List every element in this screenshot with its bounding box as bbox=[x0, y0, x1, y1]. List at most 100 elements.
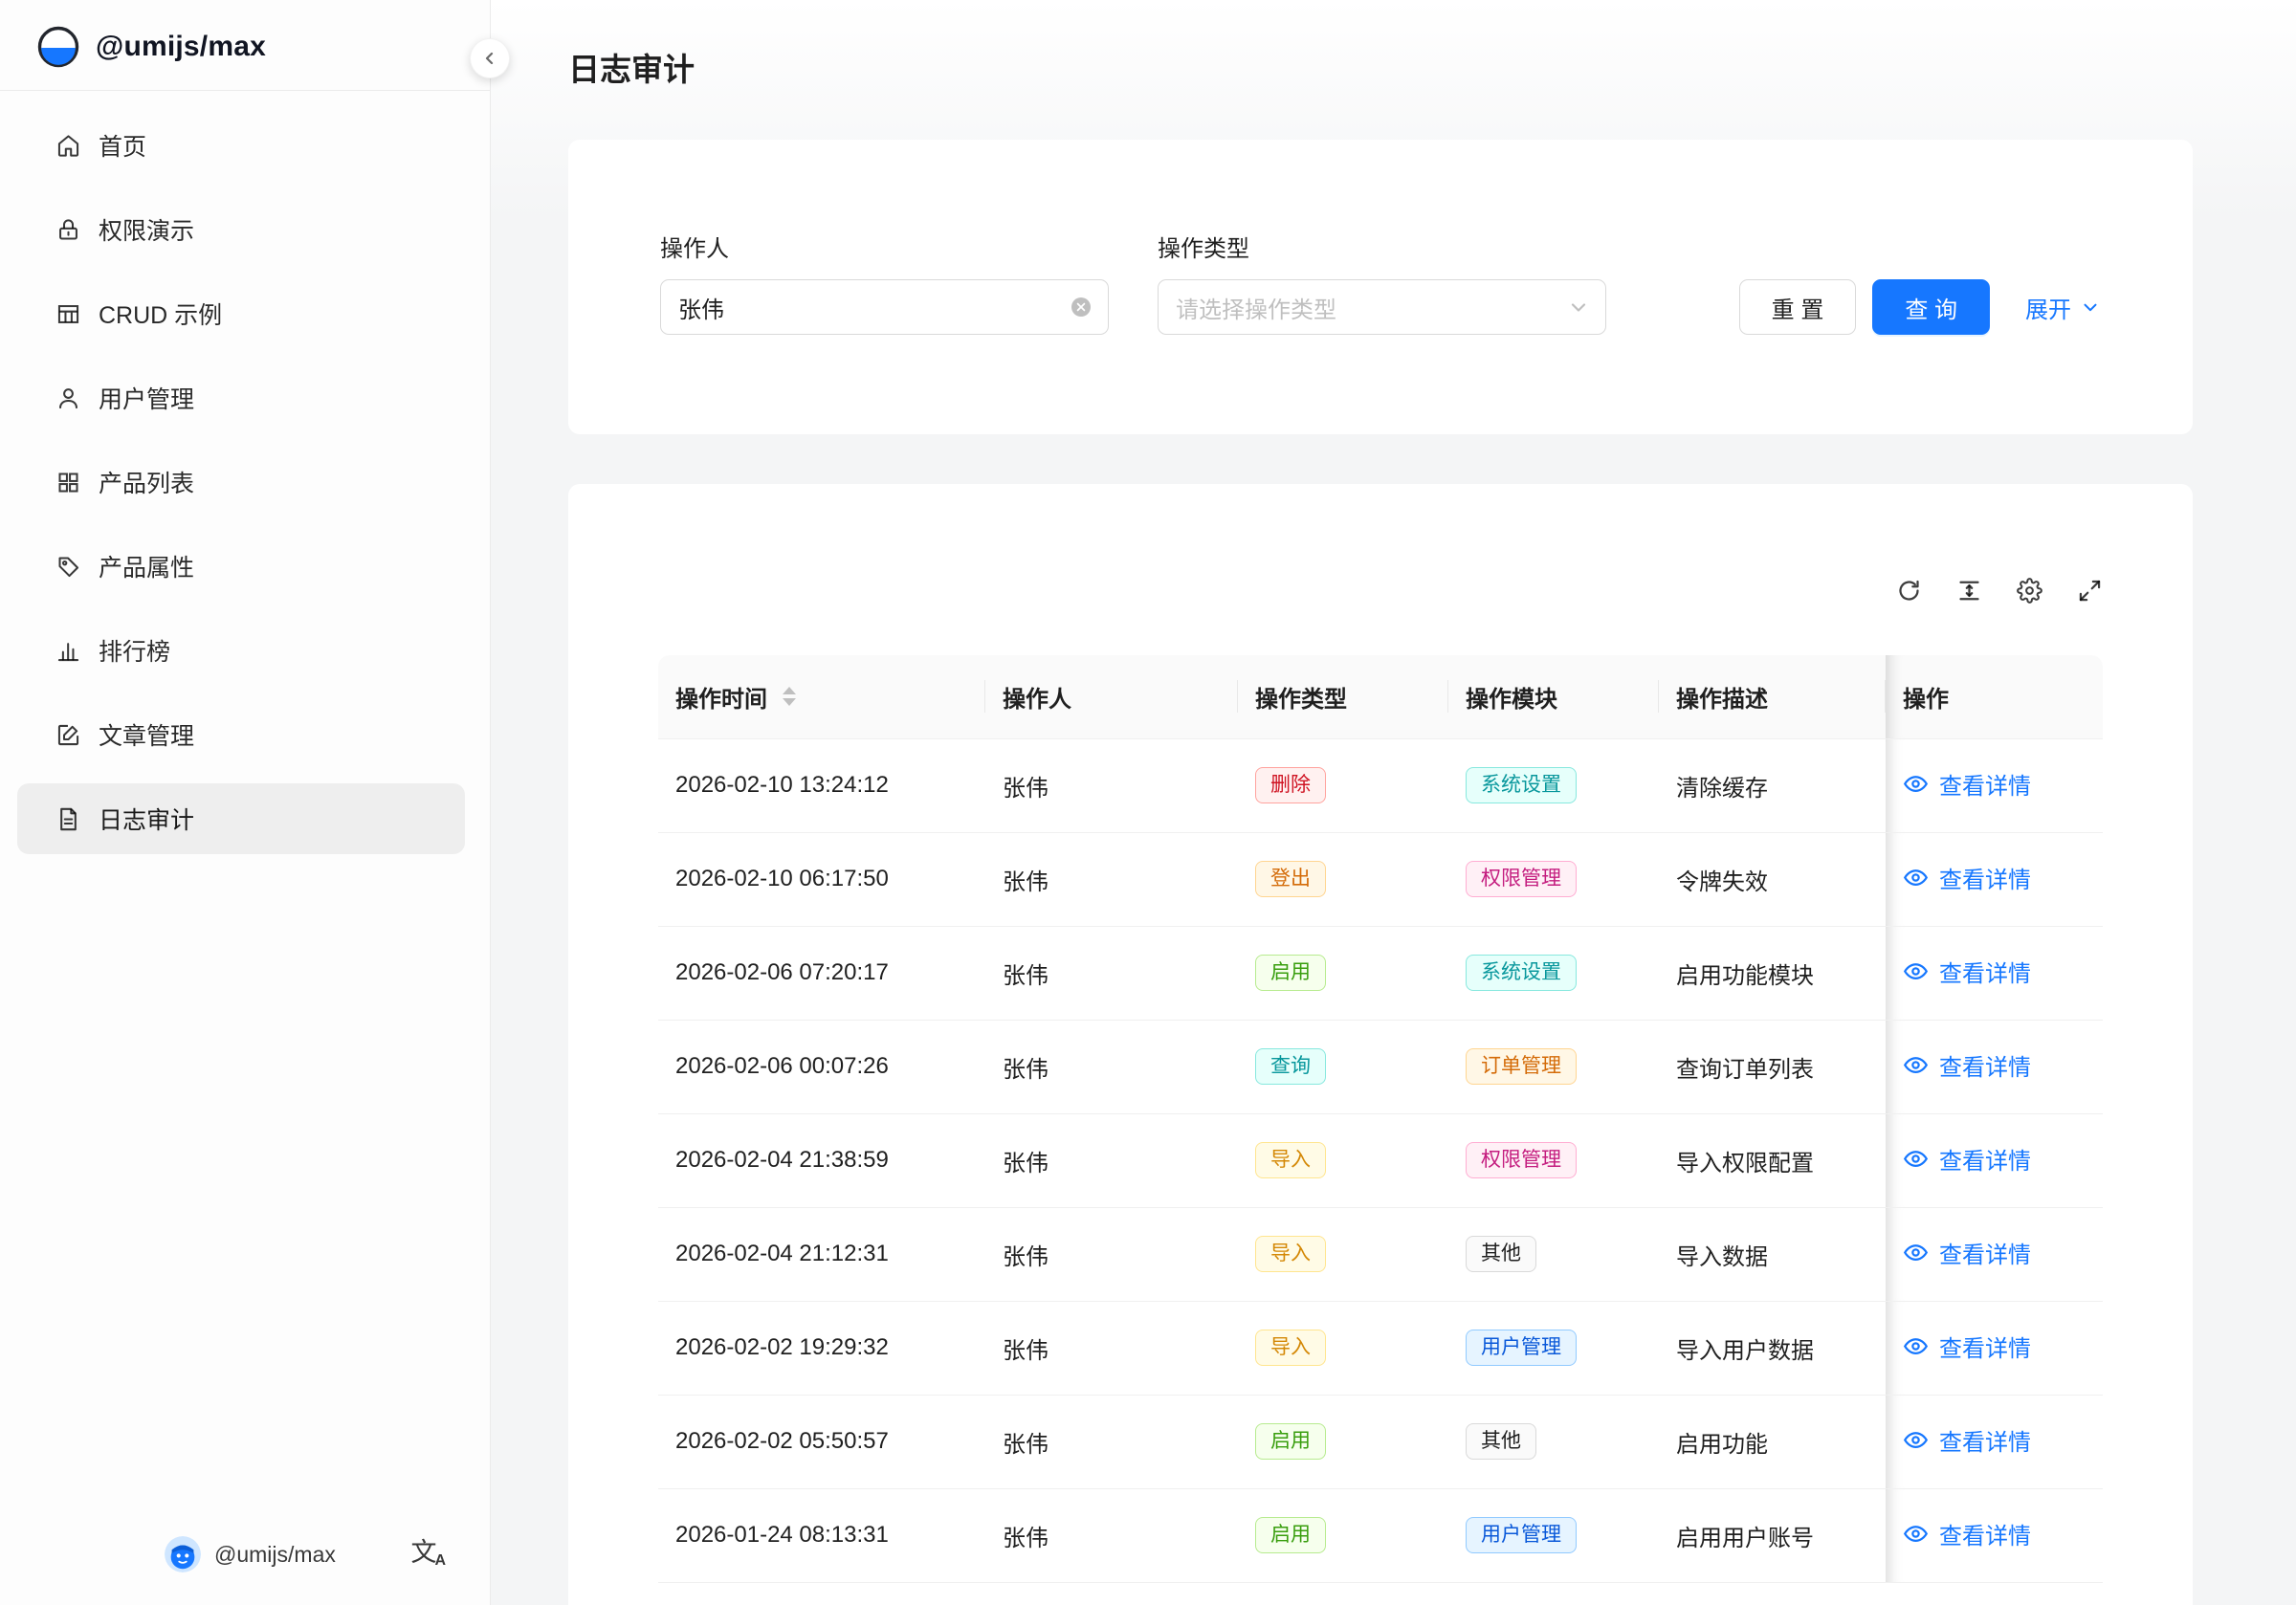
sidebar-menu: 首页权限演示 CRUD 示例用户管理产品列表产品属性排行榜文章管理日志审计 bbox=[0, 91, 490, 1513]
user-account[interactable]: @umijs/max bbox=[165, 1536, 336, 1572]
cell-type: 启用 bbox=[1238, 926, 1448, 1020]
umijs-logo-icon bbox=[36, 25, 80, 69]
cell-time: 2026-02-10 13:24:12 bbox=[658, 738, 985, 832]
module-tag: 其他 bbox=[1466, 1236, 1536, 1272]
sidebar-item-product-list[interactable]: 产品列表 bbox=[17, 447, 465, 517]
brand: @umijs/max bbox=[0, 0, 490, 90]
operator-input[interactable] bbox=[678, 294, 1058, 320]
file-text-icon bbox=[55, 806, 81, 832]
view-detail-link[interactable]: 查看详情 bbox=[1903, 1423, 2031, 1457]
operation-type-tag: 启用 bbox=[1255, 1423, 1326, 1460]
reset-button[interactable]: 重 置 bbox=[1739, 279, 1857, 335]
sidebar-item-home[interactable]: 首页 bbox=[17, 110, 465, 181]
type-select[interactable]: 请选择操作类型 bbox=[1158, 279, 1606, 335]
column-title: 操作描述 bbox=[1676, 680, 1768, 714]
column-header: 操作描述 bbox=[1659, 655, 1886, 738]
cell-module: 用户管理 bbox=[1448, 1488, 1659, 1582]
table-row: 2026-02-10 06:17:50张伟登出权限管理令牌失效查看详情 bbox=[658, 832, 2103, 926]
translate-icon[interactable]: 文A bbox=[410, 1540, 446, 1569]
density-icon[interactable] bbox=[1956, 578, 1982, 604]
cell-operator: 张伟 bbox=[985, 1301, 1238, 1395]
eye-icon bbox=[1903, 1052, 1929, 1078]
sidebar-item-leaderboard[interactable]: 排行榜 bbox=[17, 615, 465, 686]
operator-field: 操作人 bbox=[660, 235, 1109, 335]
cell-desc: 导入数据 bbox=[1659, 1207, 1886, 1301]
fullscreen-icon[interactable] bbox=[2077, 578, 2103, 604]
column-header: 操作人 bbox=[985, 655, 1238, 738]
cell-module: 其他 bbox=[1448, 1207, 1659, 1301]
sidebar-item-product-attribute[interactable]: 产品属性 bbox=[17, 531, 465, 602]
view-detail-link[interactable]: 查看详情 bbox=[1903, 1330, 2031, 1363]
sidebar-collapse-button[interactable] bbox=[470, 38, 510, 78]
view-detail-label: 查看详情 bbox=[1939, 1048, 2031, 1082]
settings-gear-icon[interactable] bbox=[2017, 578, 2042, 604]
table-row: 2026-02-10 13:24:12张伟删除系统设置清除缓存查看详情 bbox=[658, 738, 2103, 832]
type-field: 操作类型 请选择操作类型 bbox=[1158, 235, 1606, 335]
view-detail-link[interactable]: 查看详情 bbox=[1903, 767, 2031, 801]
eye-icon bbox=[1903, 771, 1929, 797]
sidebar-item-user-management[interactable]: 用户管理 bbox=[17, 363, 465, 433]
view-detail-link[interactable]: 查看详情 bbox=[1903, 861, 2031, 894]
appstore-icon bbox=[55, 470, 81, 495]
operation-type-tag: 登出 bbox=[1255, 861, 1326, 897]
filter-row: 操作人 操作类型 请选择操作类型 重 置 查 询 展开 bbox=[660, 235, 2101, 335]
cell-module: 系统设置 bbox=[1448, 926, 1659, 1020]
cell-time: 2026-02-04 21:12:31 bbox=[658, 1207, 985, 1301]
operation-type-tag: 删除 bbox=[1255, 767, 1326, 803]
cell-action: 查看详情 bbox=[1886, 1301, 2103, 1395]
filter-actions: 重 置 查 询 展开 bbox=[1739, 279, 2101, 335]
chevron-down-icon bbox=[2080, 297, 2101, 318]
operation-type-tag: 查询 bbox=[1255, 1048, 1326, 1085]
sidebar-item-permission-demo[interactable]: 权限演示 bbox=[17, 194, 465, 265]
cell-type: 删除 bbox=[1238, 738, 1448, 832]
module-tag: 用户管理 bbox=[1466, 1330, 1577, 1366]
sidebar-item-log-audit[interactable]: 日志审计 bbox=[17, 783, 465, 854]
user-avatar bbox=[165, 1536, 201, 1572]
sidebar-item-label: 首页 bbox=[99, 128, 146, 163]
cell-time: 2026-02-02 05:50:57 bbox=[658, 1395, 985, 1488]
column-title: 操作 bbox=[1903, 680, 1949, 714]
page-title: 日志审计 bbox=[568, 0, 2193, 90]
table-row: 2026-02-04 21:12:31张伟导入其他导入数据查看详情 bbox=[658, 1207, 2103, 1301]
cell-operator: 张伟 bbox=[985, 1113, 1238, 1207]
user-icon bbox=[55, 385, 81, 411]
module-tag: 权限管理 bbox=[1466, 861, 1577, 897]
home-icon bbox=[55, 133, 81, 159]
cell-time: 2026-01-24 08:13:31 bbox=[658, 1488, 985, 1582]
column-header[interactable]: 操作时间 bbox=[658, 655, 985, 738]
cell-action: 查看详情 bbox=[1886, 832, 2103, 926]
cell-desc: 清除缓存 bbox=[1659, 738, 1886, 832]
view-detail-link[interactable]: 查看详情 bbox=[1903, 1048, 2031, 1082]
type-select-placeholder: 请选择操作类型 bbox=[1176, 291, 1336, 324]
sidebar-item-label: 排行榜 bbox=[99, 633, 170, 668]
sidebar-item-label: 产品属性 bbox=[99, 549, 194, 583]
operation-type-tag: 导入 bbox=[1255, 1236, 1326, 1272]
view-detail-link[interactable]: 查看详情 bbox=[1903, 1517, 2031, 1550]
clear-circle-icon[interactable] bbox=[1070, 296, 1093, 319]
main-content: 日志审计 操作人 操作类型 请选择操作类型 重 置 查 询 bbox=[491, 0, 2296, 1605]
view-detail-link[interactable]: 查看详情 bbox=[1903, 1142, 2031, 1176]
view-detail-link[interactable]: 查看详情 bbox=[1903, 955, 2031, 988]
table-row: 2026-02-04 21:38:59张伟导入权限管理导入权限配置查看详情 bbox=[658, 1113, 2103, 1207]
module-tag: 系统设置 bbox=[1466, 767, 1577, 803]
cell-module: 订单管理 bbox=[1448, 1020, 1659, 1113]
operator-input-wrap bbox=[660, 279, 1109, 335]
column-title: 操作类型 bbox=[1255, 680, 1347, 714]
operation-type-tag: 启用 bbox=[1255, 1517, 1326, 1553]
search-button[interactable]: 查 询 bbox=[1872, 279, 1990, 335]
cell-module: 用户管理 bbox=[1448, 1301, 1659, 1395]
eye-icon bbox=[1903, 1146, 1929, 1172]
sidebar-item-crud-example[interactable]: CRUD 示例 bbox=[17, 278, 465, 349]
cell-operator: 张伟 bbox=[985, 926, 1238, 1020]
audit-log-table: 操作时间操作人操作类型操作模块操作描述操作 2026-02-10 13:24:1… bbox=[658, 655, 2103, 1583]
view-detail-label: 查看详情 bbox=[1939, 1142, 2031, 1176]
sidebar-item-article-management[interactable]: 文章管理 bbox=[17, 699, 465, 770]
sorter-icon[interactable] bbox=[783, 687, 796, 706]
cell-operator: 张伟 bbox=[985, 1020, 1238, 1113]
brand-name: @umijs/max bbox=[96, 31, 266, 63]
table-row: 2026-02-06 07:20:17张伟启用系统设置启用功能模块查看详情 bbox=[658, 926, 2103, 1020]
reload-icon[interactable] bbox=[1896, 578, 1922, 604]
view-detail-link[interactable]: 查看详情 bbox=[1903, 1236, 2031, 1269]
cell-time: 2026-02-06 00:07:26 bbox=[658, 1020, 985, 1113]
expand-link[interactable]: 展开 bbox=[2025, 291, 2101, 324]
